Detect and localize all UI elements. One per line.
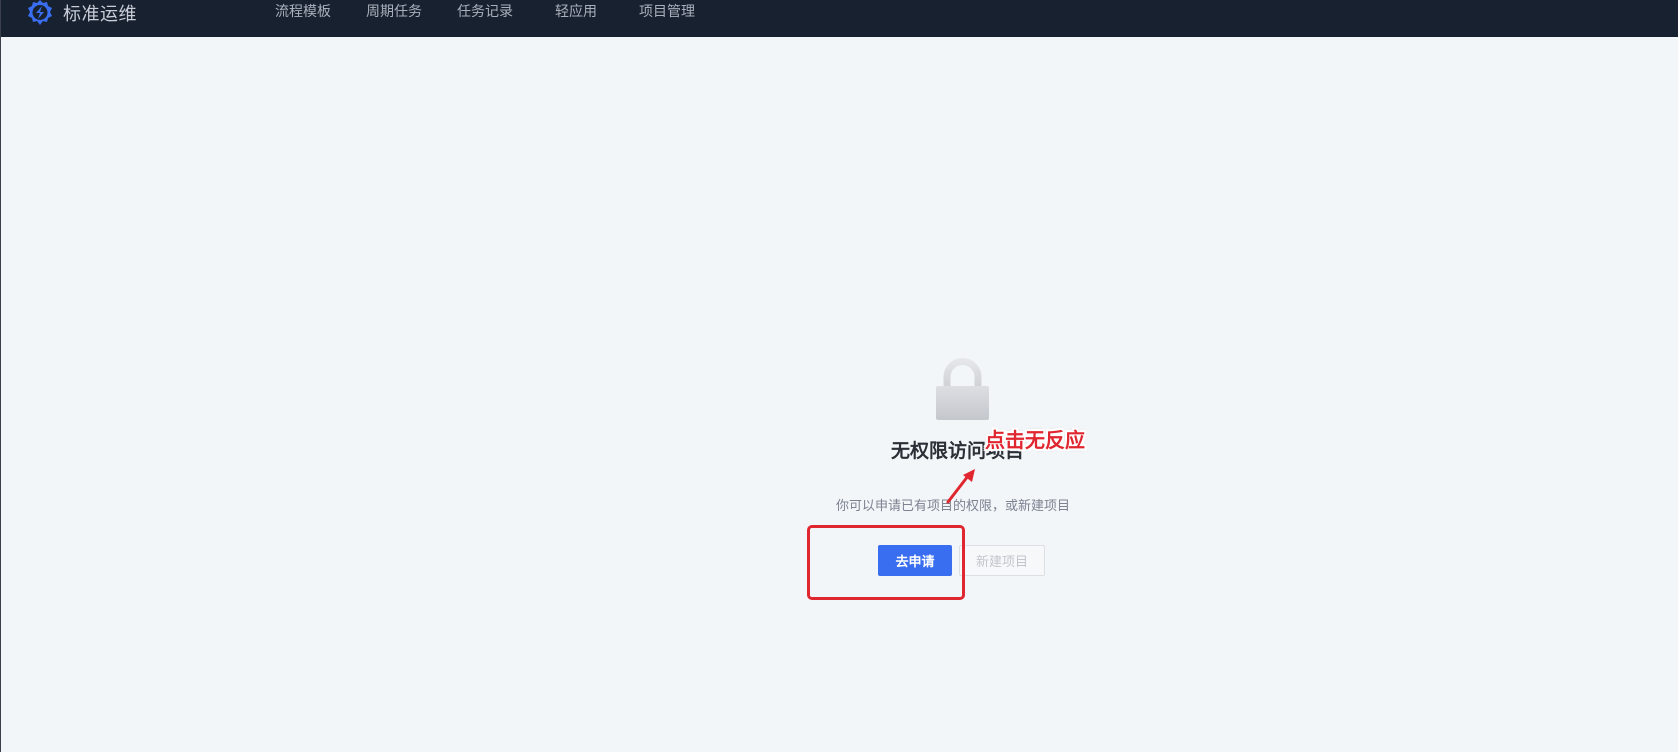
- nav-item-task-records[interactable]: 任务记录: [457, 2, 513, 22]
- lock-icon: [934, 357, 991, 421]
- nav-item-light-apps[interactable]: 轻应用: [555, 2, 597, 22]
- app-window: 标准运维 流程模板 周期任务 任务记录 轻应用 项目管理 无权限访问项目 你可以…: [0, 0, 1678, 752]
- no-permission-empty-state: [1, 37, 1678, 752]
- brand[interactable]: 标准运维: [25, 0, 137, 26]
- apply-permission-button[interactable]: 去申请: [878, 545, 952, 576]
- page-title: 无权限访问项目: [891, 440, 1025, 462]
- brand-name: 标准运维: [63, 4, 137, 25]
- nav-item-project-management[interactable]: 项目管理: [639, 2, 695, 22]
- main-nav: 流程模板 周期任务 任务记录 轻应用 项目管理: [275, 2, 695, 22]
- nav-item-periodic-tasks[interactable]: 周期任务: [366, 2, 422, 22]
- nav-item-flow-templates[interactable]: 流程模板: [275, 2, 331, 22]
- top-navigation-bar: 标准运维 流程模板 周期任务 任务记录 轻应用 项目管理: [1, 0, 1678, 37]
- empty-state-description: 你可以申请已有项目的权限，或新建项目: [836, 499, 1071, 514]
- gear-bolt-icon: [25, 0, 55, 28]
- create-project-button[interactable]: 新建项目: [959, 545, 1045, 576]
